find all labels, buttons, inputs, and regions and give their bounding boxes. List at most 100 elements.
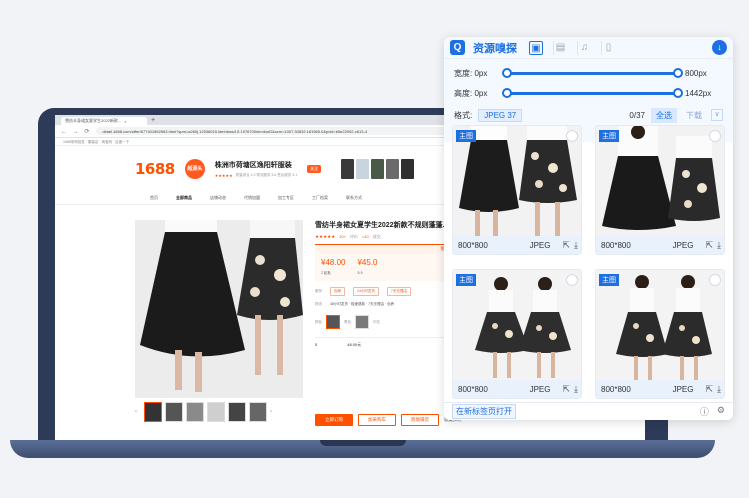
service-label: 服务 [315,289,322,293]
shop-info: 株洲市荷塘区逸阳轩服装 ★★★★★ 质量综合 4.2 物流服务 5.6 售后服务… [215,160,297,178]
download-icon[interactable]: ⤓ [574,384,578,395]
main-image-badge: 主图 [599,274,619,286]
thumbnail-strip: ‹ › [135,402,276,422]
strip-thumb[interactable] [228,402,246,422]
strip-thumb[interactable] [144,402,162,422]
image-card[interactable]: 主图 800*800 JPEG ⇱ ⤓ [452,269,582,399]
popup-footer: 在新标签页打开 ⓘ ⚙ [444,402,733,420]
width-slider[interactable] [502,67,683,78]
card-image[interactable] [596,270,724,382]
strip-thumb[interactable] [165,402,183,422]
browser-tab[interactable]: 雪纺半身裙女夏学生2022新款... × [61,117,147,125]
nav-item-all-products[interactable]: 全部商品 [176,195,192,201]
nav-arrows-icon[interactable]: ← → ⟳ [61,128,91,135]
strip-thumb[interactable] [249,402,267,422]
skirt-photo-icon [453,270,581,382]
add-to-cart-button[interactable]: 加采购车 [358,414,396,426]
card-footer: 800*800 JPEG ⇱ ⤓ [596,380,724,398]
height-max-handle[interactable] [673,87,683,98]
nav-item-processing[interactable]: 加工专区 [278,195,294,201]
height-slider[interactable] [502,87,683,98]
action-buttons: 立即订购 加采购车 跨境铺货 收藏(15) [315,414,461,426]
shipping-value: 48小时发货 · 极速退款 · 7天无理由 · 包养 [330,302,395,306]
card-image[interactable] [596,126,724,238]
height-min-handle[interactable] [502,87,512,98]
app-logo-icon: Q [450,40,465,55]
open-external-icon[interactable]: ⇱ [705,384,713,395]
chevron-left-icon[interactable]: ‹ [135,409,141,415]
width-min-handle[interactable] [502,67,512,78]
nav-item-home[interactable]: 首页 [150,195,158,201]
card-image[interactable] [453,126,581,238]
select-checkbox[interactable] [709,274,721,286]
color-option-black[interactable] [326,315,340,329]
download-icon[interactable]: ⤓ [574,240,578,251]
select-checkbox[interactable] [709,130,721,142]
shop-name[interactable]: 株洲市荷塘区逸阳轩服装 [215,160,297,170]
follow-button[interactable]: 关注 [307,164,322,173]
tab-title: 雪纺半身裙女夏学生2022新款... [65,118,122,123]
color-option-label: 印花 [373,319,380,324]
image-format: JPEG [529,240,551,250]
header-thumb[interactable] [341,158,355,179]
product-main-image[interactable] [135,220,303,398]
select-checkbox[interactable] [566,130,578,142]
rating-text: 评价 [349,234,358,239]
header-thumb[interactable] [371,158,385,179]
image-size: 800*800 [458,240,488,250]
download-icon[interactable]: ⤓ [717,384,721,395]
service-chip: 包邮 [330,287,345,296]
gear-icon[interactable]: ⚙ [717,405,725,418]
sales-text: 成交 [372,234,381,239]
color-option-print[interactable] [355,315,369,329]
image-card[interactable]: 主图 800*800 JPEG ⇱ ⤓ [595,125,725,255]
video-tab-icon[interactable]: ▤ [553,40,567,55]
chevron-right-icon[interactable]: › [270,409,276,415]
open-external-icon[interactable]: ⇱ [562,384,570,395]
width-filter: 宽度: 0px 800px [454,63,723,83]
nav-item-dropship[interactable]: 代销加盟 [244,195,260,201]
width-max-handle[interactable] [673,67,683,78]
rating-stars-icon: ★★★★★ [214,172,233,178]
image-format: JPEG [672,240,694,250]
nav-item-contact[interactable]: 联系方式 [346,195,362,201]
select-checkbox[interactable] [566,274,578,286]
header-thumb[interactable] [401,158,415,179]
new-tab-icon[interactable]: + [151,117,155,125]
buy-now-button[interactable]: 立即订购 [315,414,353,426]
price-tier-2: ¥45.0 [357,258,378,267]
site-logo[interactable]: 1688 [135,160,175,178]
header-thumb[interactable] [356,158,370,179]
open-external-icon[interactable]: ⇱ [705,240,713,251]
open-in-new-tab-button[interactable]: 在新标签页打开 [452,404,516,419]
nav-item-factory[interactable]: 工厂档案 [312,195,328,201]
price-tier-2-qty: 5-9 [357,271,363,275]
image-size: 800*800 [458,384,488,394]
info-icon[interactable]: ⓘ [700,405,709,418]
image-size: 800*800 [601,384,631,394]
document-tab-icon[interactable]: ▯ [601,40,615,55]
color-label: 颜色 [315,319,322,324]
image-tab-icon[interactable]: ▣ [529,40,543,55]
nav-item-news[interactable]: 店铺动态 [210,195,226,201]
card-image[interactable] [453,270,581,382]
skirt-photo-icon [135,220,303,398]
sales-count: <10 [361,234,369,239]
card-footer: 800*800 JPEG ⇱ ⤓ [453,380,581,398]
quantity-price: 48.00元 [347,342,362,347]
rating-stars-icon: ★★★★★ [315,234,336,239]
image-card[interactable]: 主图 800*800 JPEG ⇱ ⤓ [595,269,725,399]
header-thumb[interactable] [386,158,400,179]
download-icon[interactable]: ⤓ [717,240,721,251]
main-image-badge: 主图 [456,274,476,286]
image-size: 800*800 [601,240,631,250]
strip-thumb[interactable] [207,402,225,422]
download-all-icon[interactable]: ↓ [712,40,727,55]
quantity-value[interactable]: 5 [315,342,317,348]
strip-thumb[interactable] [186,402,204,422]
audio-tab-icon[interactable]: ♫ [577,40,591,55]
close-icon[interactable]: × [124,119,126,124]
cross-border-button[interactable]: 跨境铺货 [401,414,439,426]
image-card[interactable]: 主图 800*800 JPEG ⇱ ⤓ [452,125,582,255]
open-external-icon[interactable]: ⇱ [562,240,570,251]
